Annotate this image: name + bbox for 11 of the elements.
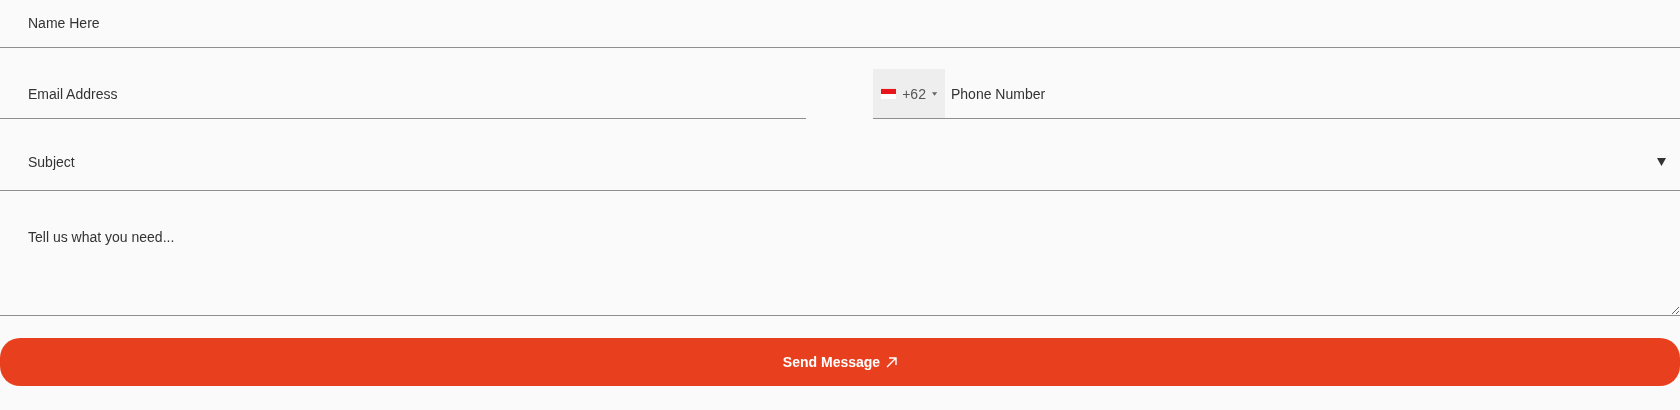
flag-icon — [881, 87, 897, 100]
caret-icon — [931, 91, 937, 96]
message-field[interactable]: Tell us what you need... — [0, 191, 1680, 316]
subject-select[interactable]: Subject — [0, 119, 1680, 191]
email-field[interactable]: Email Address — [0, 71, 806, 119]
name-field[interactable]: Name Here — [0, 0, 1680, 48]
phone-field[interactable]: +62 Phone Number — [873, 69, 1680, 119]
caret-icon — [1657, 157, 1666, 166]
arrow-icon — [886, 356, 898, 368]
send-message-button[interactable]: Send Message — [0, 338, 1680, 386]
country-code-button[interactable]: +62 — [873, 69, 945, 118]
